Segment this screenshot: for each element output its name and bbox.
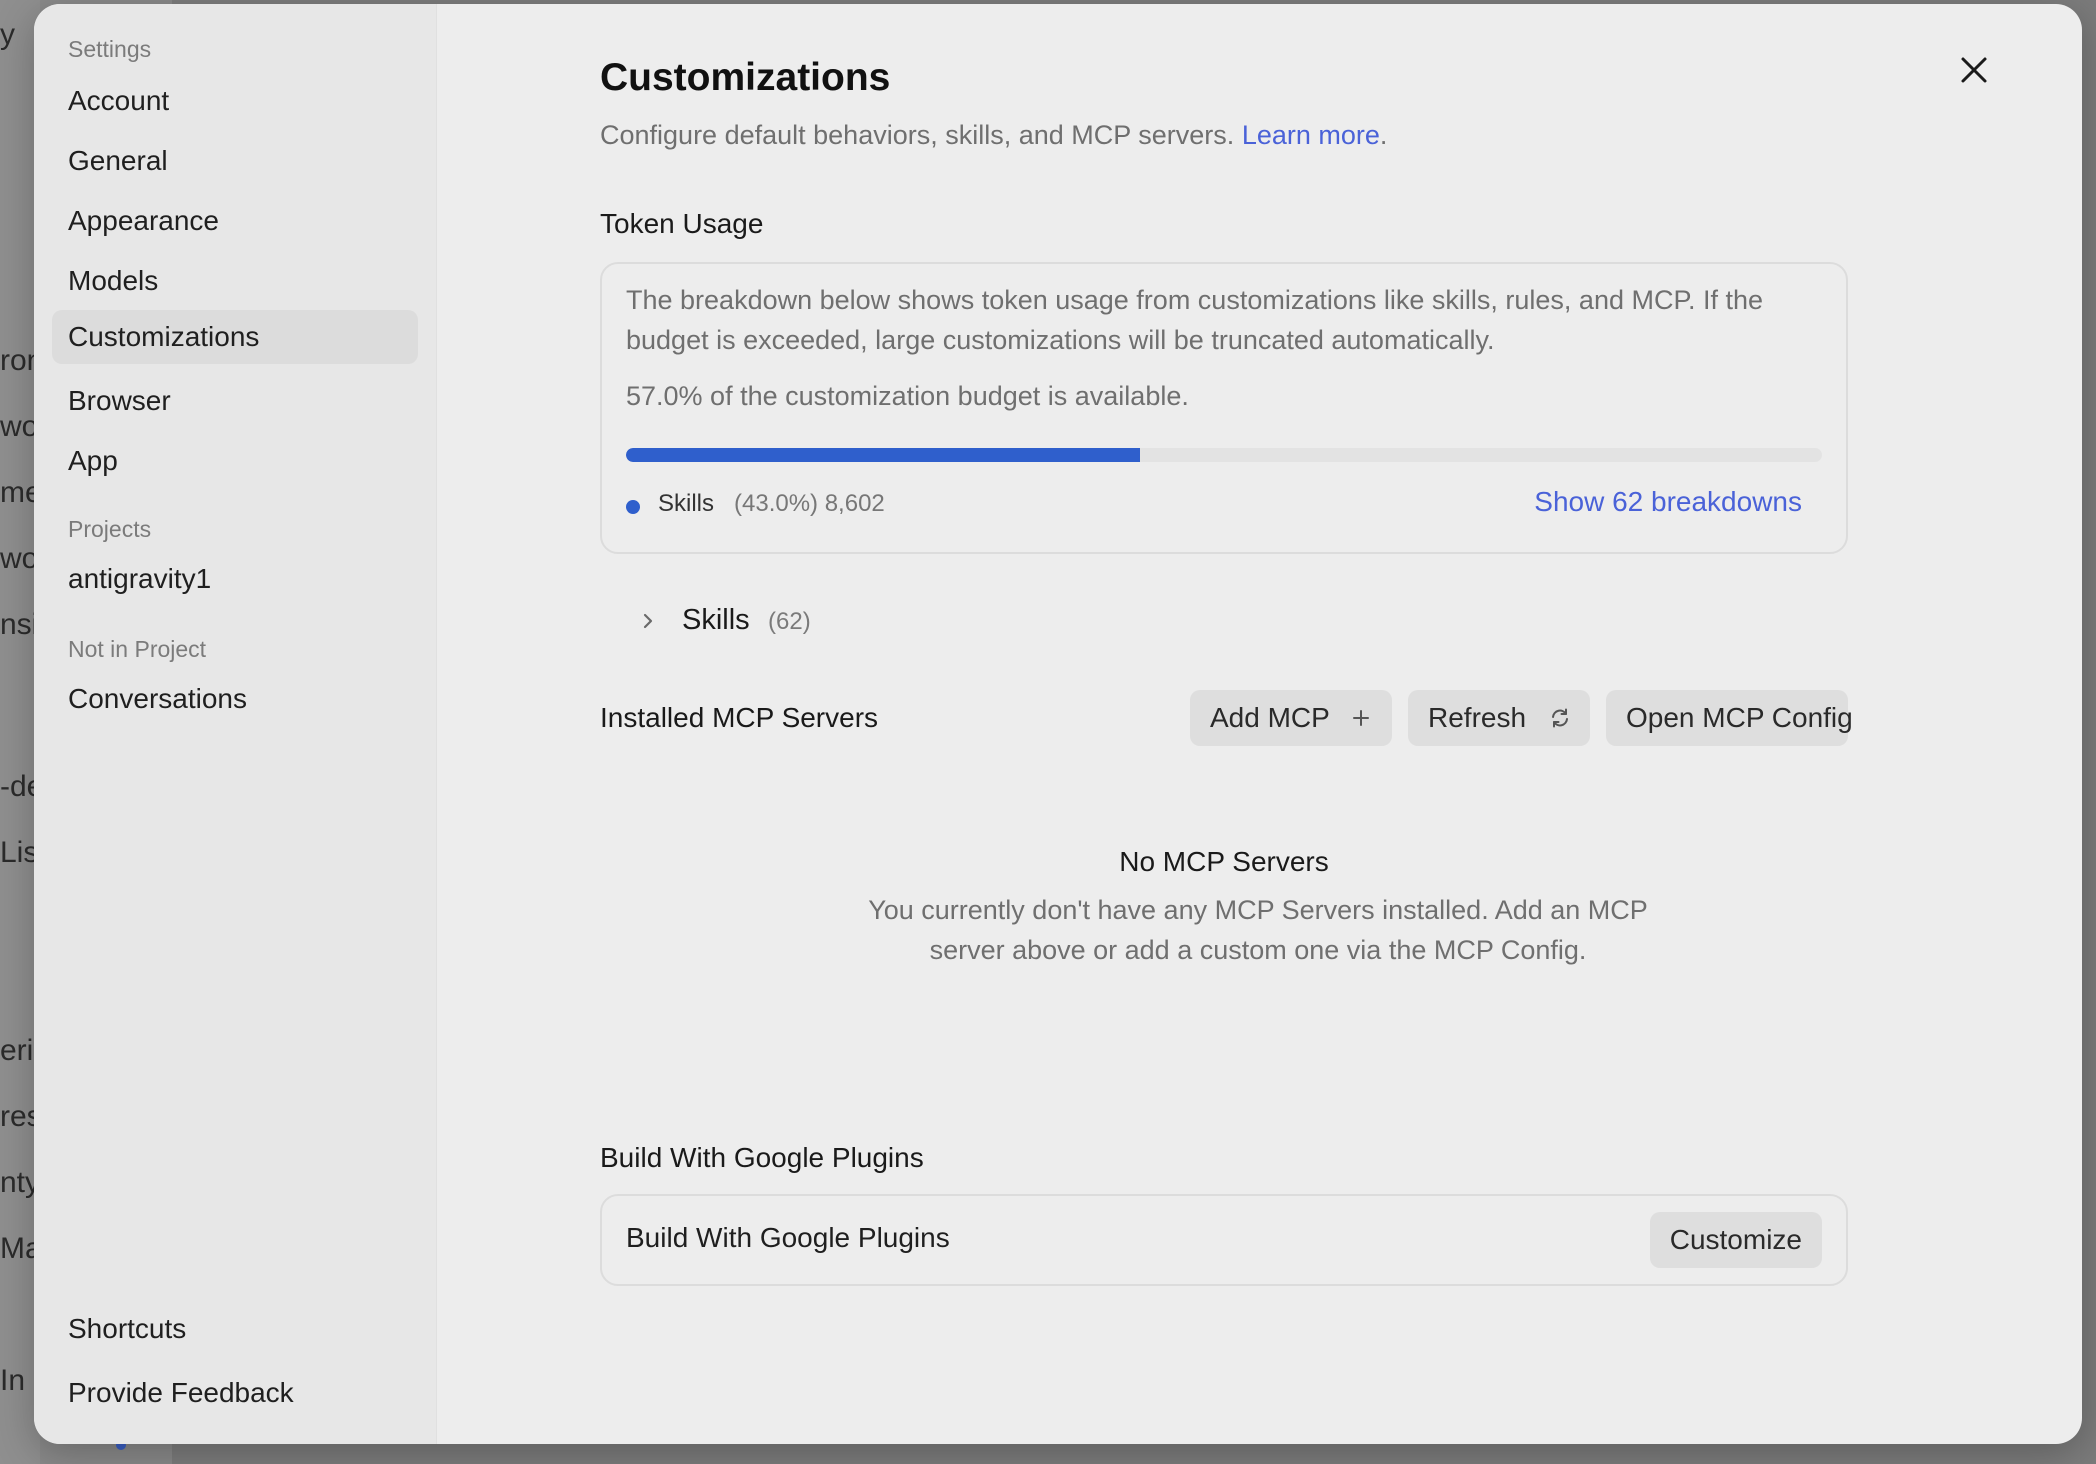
sidebar-item-general[interactable]: General [52, 134, 418, 188]
refresh-label: Refresh [1428, 702, 1527, 733]
sidebar-item-models[interactable]: Models [52, 254, 418, 308]
sidebar-item-account[interactable]: Account [52, 74, 418, 128]
empty-state-description: You currently don't have any MCP Servers… [868, 895, 1648, 965]
add-mcp-button[interactable]: Add MCP [1190, 690, 1392, 746]
sidebar-item-project[interactable]: antigravity1 [52, 552, 418, 606]
page-title: Customizations [600, 56, 891, 99]
open-mcp-config-button[interactable]: Open MCP Config [1606, 690, 1853, 746]
settings-sidebar: Settings Account General Appearance Mode… [34, 4, 437, 1444]
plus-icon [1353, 709, 1370, 726]
background-text: In I [0, 1364, 36, 1397]
background-text: wor [0, 542, 36, 575]
background-text: nty [0, 1166, 36, 1199]
installed-mcp-heading: Installed MCP Servers [600, 702, 879, 733]
sidebar-item-conversations[interactable]: Conversations [52, 672, 418, 726]
skills-legend-label: Skills [658, 490, 715, 517]
close-icon [1961, 57, 1987, 83]
background-text: Lis [0, 836, 36, 869]
sidebar-item-app[interactable]: App [52, 434, 418, 488]
token-usage-progress-bar [626, 448, 1822, 462]
chevron-right-icon[interactable] [636, 609, 660, 633]
background-text: y [0, 18, 15, 51]
sidebar-heading-not-in-project: Not in Project [68, 636, 207, 662]
plugins-card: Build With Google Plugins Customize [600, 1194, 1848, 1286]
show-breakdowns-link[interactable]: Show 62 breakdowns [1534, 486, 1802, 518]
refresh-icon [1551, 708, 1568, 728]
empty-state-title: No MCP Servers [1119, 846, 1329, 877]
token-usage-progress-fill [626, 448, 1141, 462]
sidebar-item-shortcuts[interactable]: Shortcuts [52, 1302, 418, 1356]
subtitle-text: Configure default behaviors, skills, and… [600, 120, 1235, 150]
sidebar-heading-projects: Projects [68, 516, 152, 542]
sidebar-item-appearance[interactable]: Appearance [52, 194, 418, 248]
background-text: Ma [0, 1232, 36, 1265]
plugins-card-label: Build With Google Plugins [626, 1222, 950, 1253]
sidebar-item-provide-feedback[interactable]: Provide Feedback [52, 1366, 418, 1420]
learn-more-link[interactable]: Learn more [1242, 120, 1380, 150]
skills-section-label[interactable]: Skills [682, 604, 750, 637]
skills-legend-dot [626, 500, 640, 514]
budget-available-text: 57.0% of the customization budget is ava… [626, 381, 1189, 411]
sidebar-heading-settings: Settings [68, 36, 152, 62]
subtitle-period: . [1379, 120, 1388, 150]
background-text: eril [0, 1034, 36, 1067]
add-mcp-label: Add MCP [1210, 702, 1330, 733]
page-subtitle: Configure default behaviors, skills, and… [600, 120, 1387, 151]
background-text: -de [0, 770, 36, 803]
background-text: wor [0, 410, 36, 443]
skills-legend-value: (43.0%) 8,602 [734, 490, 885, 517]
background-text: nsic [0, 608, 36, 641]
token-usage-card: The breakdown below shows token usage fr… [600, 262, 1848, 554]
background-text: men [0, 476, 36, 509]
background-text: ron [0, 344, 36, 377]
close-button[interactable] [1954, 50, 1994, 90]
refresh-button[interactable]: Refresh [1408, 690, 1590, 746]
sidebar-item-customizations[interactable]: Customizations [52, 310, 418, 364]
plugins-heading: Build With Google Plugins [600, 1142, 924, 1173]
skills-count: (62) [768, 608, 811, 635]
customize-button[interactable]: Customize [1649, 1212, 1822, 1268]
token-usage-description: The breakdown below shows token usage fr… [626, 285, 1764, 355]
sidebar-item-browser[interactable]: Browser [52, 374, 418, 428]
background-text: res [0, 1100, 36, 1133]
token-usage-heading: Token Usage [600, 208, 764, 239]
